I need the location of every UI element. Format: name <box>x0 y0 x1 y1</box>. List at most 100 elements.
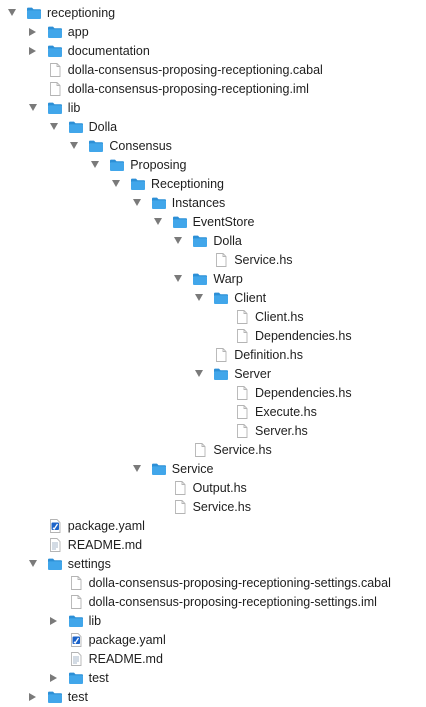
document-icon <box>213 347 229 363</box>
document-icon <box>172 480 188 496</box>
folder-icon <box>172 214 188 230</box>
yaml-file-icon <box>68 632 84 648</box>
disclosure-triangle-expanded-icon[interactable] <box>172 269 184 288</box>
document-icon <box>47 62 63 78</box>
disclosure-triangle-collapsed-icon[interactable] <box>27 687 39 706</box>
folder-icon <box>151 195 167 211</box>
folder-icon <box>213 290 229 306</box>
disclosure-triangle-expanded-icon[interactable] <box>89 155 101 174</box>
tree-item-label: Client.hs <box>255 309 304 324</box>
tree-file-row[interactable]: dolla-consensus-proposing-receptioning-s… <box>0 573 426 592</box>
tree-item-label: dolla-consensus-proposing-receptioning.c… <box>67 62 323 77</box>
document-icon <box>234 423 250 439</box>
disclosure-triangle-expanded-icon[interactable] <box>152 212 164 231</box>
tree-item-label: Dependencies.hs <box>255 385 352 400</box>
tree-folder-row[interactable]: Consensus <box>0 136 426 155</box>
tree-folder-row[interactable]: app <box>0 22 426 41</box>
folder-icon <box>68 670 84 686</box>
tree-item-label: Dolla <box>213 233 242 248</box>
tree-folder-row[interactable]: receptioning <box>0 3 426 22</box>
tree-item-label: Service.hs <box>213 442 272 457</box>
tree-file-row[interactable]: Definition.hs <box>0 345 426 364</box>
tree-folder-row[interactable]: Client <box>0 288 426 307</box>
tree-folder-row[interactable]: documentation <box>0 41 426 60</box>
tree-file-row[interactable]: Dependencies.hs <box>0 326 426 345</box>
tree-file-row[interactable]: package.yaml <box>0 630 426 649</box>
tree-file-row[interactable]: dolla-consensus-proposing-receptioning-s… <box>0 592 426 611</box>
tree-folder-row[interactable]: lib <box>0 611 426 630</box>
folder-icon <box>68 119 84 135</box>
disclosure-triangle-expanded-icon[interactable] <box>27 554 39 573</box>
tree-file-row[interactable]: dolla-consensus-proposing-receptioning.i… <box>0 79 426 98</box>
disclosure-triangle-collapsed-icon[interactable] <box>27 22 39 41</box>
tree-item-label: README.md <box>67 537 143 552</box>
tree-file-row[interactable]: Service.hs <box>0 497 426 516</box>
disclosure-triangle-expanded-icon[interactable] <box>48 117 60 136</box>
tree-folder-row[interactable]: Warp <box>0 269 426 288</box>
tree-folder-row[interactable]: Dolla <box>0 231 426 250</box>
folder-icon <box>68 613 84 629</box>
document-icon <box>213 252 229 268</box>
tree-folder-row[interactable]: Service <box>0 459 426 478</box>
tree-file-row[interactable]: Service.hs <box>0 440 426 459</box>
tree-folder-row[interactable]: settings <box>0 554 426 573</box>
tree-item-label: dolla-consensus-proposing-receptioning-s… <box>88 575 391 590</box>
tree-folder-row[interactable]: Receptioning <box>0 174 426 193</box>
tree-file-row[interactable]: README.md <box>0 535 426 554</box>
tree-file-row[interactable]: Dependencies.hs <box>0 383 426 402</box>
tree-folder-row[interactable]: Server <box>0 364 426 383</box>
disclosure-triangle-expanded-icon[interactable] <box>172 231 184 250</box>
file-tree: receptioning app documentation dolla-consen… <box>0 0 426 707</box>
tree-file-row[interactable]: Client.hs <box>0 307 426 326</box>
folder-icon <box>88 138 104 154</box>
tree-item-label: documentation <box>67 43 150 58</box>
tree-item-label: app <box>67 24 89 39</box>
folder-icon <box>213 366 229 382</box>
tree-folder-row[interactable]: test <box>0 687 426 706</box>
tree-item-label: Dependencies.hs <box>255 328 352 343</box>
tree-folder-row[interactable]: Instances <box>0 193 426 212</box>
disclosure-triangle-expanded-icon[interactable] <box>27 98 39 117</box>
tree-item-label: receptioning <box>47 5 116 20</box>
tree-file-row[interactable]: package.yaml <box>0 516 426 535</box>
tree-file-row[interactable]: Service.hs <box>0 250 426 269</box>
tree-file-row[interactable]: Execute.hs <box>0 402 426 421</box>
tree-item-label: Receptioning <box>151 176 224 191</box>
disclosure-triangle-expanded-icon[interactable] <box>193 364 205 383</box>
tree-item-label: Instances <box>171 195 226 210</box>
tree-item-label: Proposing <box>130 157 187 172</box>
tree-item-label: package.yaml <box>67 518 145 533</box>
tree-item-label: package.yaml <box>88 632 166 647</box>
disclosure-triangle-expanded-icon[interactable] <box>131 193 143 212</box>
disclosure-triangle-collapsed-icon[interactable] <box>48 611 60 630</box>
tree-folder-row[interactable]: lib <box>0 98 426 117</box>
tree-file-row[interactable]: README.md <box>0 649 426 668</box>
disclosure-triangle-expanded-icon[interactable] <box>68 136 80 155</box>
disclosure-triangle-expanded-icon[interactable] <box>6 3 18 22</box>
tree-file-row[interactable]: Output.hs <box>0 478 426 497</box>
disclosure-triangle-collapsed-icon[interactable] <box>27 41 39 60</box>
document-icon <box>234 385 250 401</box>
tree-folder-row[interactable]: Dolla <box>0 117 426 136</box>
folder-icon <box>109 157 125 173</box>
disclosure-triangle-expanded-icon[interactable] <box>110 174 122 193</box>
document-icon <box>47 81 63 97</box>
tree-item-label: Consensus <box>109 138 172 153</box>
disclosure-triangle-expanded-icon[interactable] <box>193 288 205 307</box>
tree-item-label: test <box>67 689 88 704</box>
document-icon <box>234 328 250 344</box>
tree-item-label: Service.hs <box>192 499 251 514</box>
folder-icon <box>47 43 63 59</box>
tree-folder-row[interactable]: test <box>0 668 426 687</box>
tree-folder-row[interactable]: Proposing <box>0 155 426 174</box>
tree-file-row[interactable]: dolla-consensus-proposing-receptioning.c… <box>0 60 426 79</box>
tree-item-label: EventStore <box>192 214 255 229</box>
folder-icon <box>151 461 167 477</box>
document-icon <box>234 309 250 325</box>
tree-file-row[interactable]: Server.hs <box>0 421 426 440</box>
disclosure-triangle-collapsed-icon[interactable] <box>48 668 60 687</box>
tree-item-label: dolla-consensus-proposing-receptioning.i… <box>67 81 309 96</box>
disclosure-triangle-expanded-icon[interactable] <box>131 459 143 478</box>
tree-folder-row[interactable]: EventStore <box>0 212 426 231</box>
folder-icon <box>47 100 63 116</box>
